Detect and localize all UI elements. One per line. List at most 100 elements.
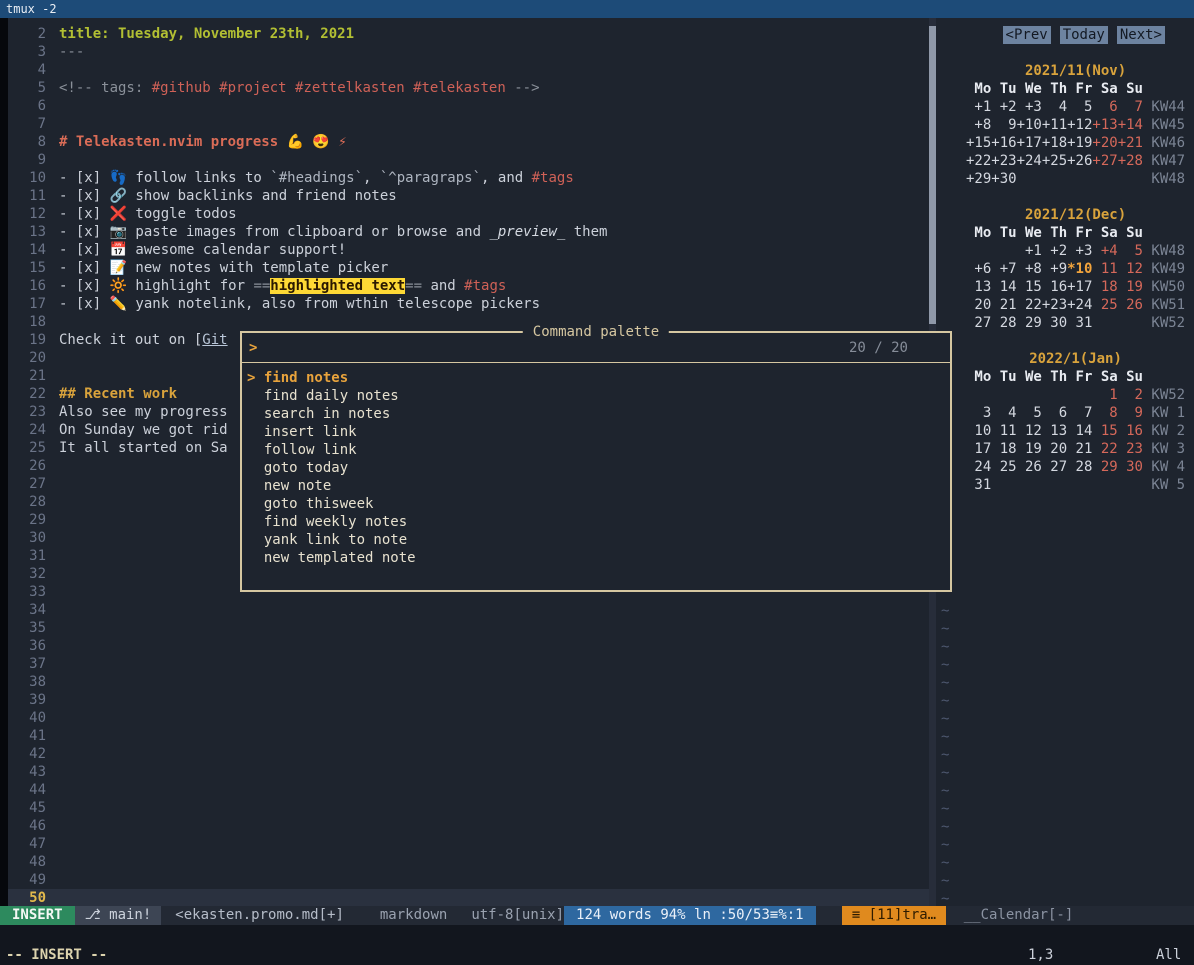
calendar-day[interactable]: +1 (966, 98, 991, 116)
calendar-day[interactable]: +15 (966, 134, 991, 152)
editor-line[interactable]: 11- [x] 🔗 show backlinks and friend note… (8, 187, 929, 205)
calendar-day[interactable]: 30 (1118, 458, 1143, 476)
calendar-day[interactable]: 11 (1092, 260, 1117, 278)
calendar-day[interactable]: 29 (1017, 314, 1042, 332)
palette-item[interactable]: new templated note (242, 549, 950, 567)
calendar-day[interactable]: 15 (1017, 278, 1042, 296)
calendar-day[interactable]: +17 (1067, 278, 1092, 296)
calendar-day[interactable]: 5 (1118, 242, 1143, 260)
calendar-day[interactable]: 4 (1042, 98, 1067, 116)
editor-line[interactable]: 49 (8, 871, 929, 889)
calendar-next-button[interactable]: Next> (1117, 26, 1165, 44)
calendar-day[interactable]: 30 (1042, 314, 1067, 332)
editor-line[interactable]: 18 (8, 313, 929, 331)
editor-line[interactable]: 7 (8, 115, 929, 133)
calendar-day[interactable]: 14 (991, 278, 1016, 296)
palette-item[interactable]: new note (242, 477, 950, 495)
calendar-day[interactable]: +8 (966, 116, 991, 134)
editor-line[interactable]: 35 (8, 619, 929, 637)
calendar-day[interactable]: 7 (1118, 98, 1143, 116)
calendar-day[interactable]: 20 (1042, 440, 1067, 458)
calendar-day[interactable]: 16 (1118, 422, 1143, 440)
calendar-day[interactable]: 12 (1118, 260, 1143, 278)
editor-line[interactable]: 17- [x] ✏️ yank notelink, also from wthi… (8, 295, 929, 313)
editor-line[interactable]: 45 (8, 799, 929, 817)
command-line[interactable]: :lua require('telekasten').panel() (0, 925, 1194, 945)
calendar-day[interactable]: +8 (1017, 260, 1042, 278)
calendar-day[interactable]: +29 (966, 170, 991, 188)
editor-line[interactable]: 47 (8, 835, 929, 853)
calendar-day[interactable]: 2 (1118, 386, 1143, 404)
palette-item[interactable]: > find notes (242, 369, 950, 387)
calendar-day[interactable]: 26 (1118, 296, 1143, 314)
editor-line[interactable]: 4 (8, 61, 929, 79)
calendar-day[interactable]: 3 (966, 404, 991, 422)
calendar-day[interactable]: 15 (1092, 422, 1117, 440)
calendar-day[interactable]: +2 (1042, 242, 1067, 260)
calendar-day[interactable]: 10 (966, 422, 991, 440)
calendar-day[interactable]: +27 (1092, 152, 1117, 170)
editor-line[interactable]: 13- [x] 📷 paste images from clipboard or… (8, 223, 929, 241)
calendar-day[interactable]: 11 (991, 422, 1016, 440)
editor-line[interactable]: 10- [x] 👣 follow links to `#headings`, `… (8, 169, 929, 187)
calendar-day[interactable]: +26 (1067, 152, 1092, 170)
calendar-day[interactable]: +9 (1042, 260, 1067, 278)
calendar-day[interactable]: 16 (1042, 278, 1067, 296)
calendar-day[interactable]: 25 (991, 458, 1016, 476)
calendar-day[interactable]: 14 (1067, 422, 1092, 440)
calendar-day[interactable]: +25 (1042, 152, 1067, 170)
palette-item[interactable]: follow link (242, 441, 950, 459)
calendar-day[interactable]: 9 (1118, 404, 1143, 422)
calendar-day[interactable]: +23 (1042, 296, 1067, 314)
calendar-day[interactable]: 27 (1042, 458, 1067, 476)
editor-line[interactable]: 37 (8, 655, 929, 673)
palette-item[interactable]: find weekly notes (242, 513, 950, 531)
calendar-day[interactable]: +4 (1092, 242, 1117, 260)
editor-line[interactable]: 36 (8, 637, 929, 655)
editor-line[interactable]: 41 (8, 727, 929, 745)
calendar-day[interactable]: 17 (966, 440, 991, 458)
editor-line[interactable]: 34 (8, 601, 929, 619)
calendar-day[interactable]: +1 (1017, 242, 1042, 260)
calendar-day[interactable]: +12 (1067, 116, 1092, 134)
editor-line[interactable]: 43 (8, 763, 929, 781)
palette-prompt-input[interactable]: > 20 / 20 (242, 333, 950, 363)
editor-line[interactable]: 39 (8, 691, 929, 709)
editor-line[interactable]: 40 (8, 709, 929, 727)
calendar-day[interactable]: 6 (1092, 98, 1117, 116)
calendar-day[interactable]: 31 (966, 476, 991, 494)
calendar-day[interactable]: 5 (1017, 404, 1042, 422)
calendar-day[interactable]: 18 (991, 440, 1016, 458)
editor-line[interactable]: 15- [x] 📝 new notes with template picker (8, 259, 929, 277)
calendar-day[interactable]: 7 (1067, 404, 1092, 422)
palette-item[interactable]: goto today (242, 459, 950, 477)
editor-line[interactable]: 6 (8, 97, 929, 115)
calendar-day[interactable]: *10 (1067, 260, 1092, 278)
calendar-day[interactable]: +22 (966, 152, 991, 170)
calendar-day[interactable]: +24 (1017, 152, 1042, 170)
calendar-day[interactable]: 27 (966, 314, 991, 332)
editor-line[interactable]: 14- [x] 📅 awesome calendar support! (8, 241, 929, 259)
calendar-day[interactable]: +21 (1118, 134, 1143, 152)
editor-line[interactable]: 12- [x] ❌ toggle todos (8, 205, 929, 223)
calendar-prev-button[interactable]: <Prev (1003, 26, 1051, 44)
calendar-day[interactable]: 31 (1067, 314, 1092, 332)
calendar-day[interactable]: 26 (1017, 458, 1042, 476)
calendar-day[interactable]: +6 (966, 260, 991, 278)
editor-line[interactable]: 2title: Tuesday, November 23th, 2021 (8, 25, 929, 43)
calendar-day[interactable]: 1 (1092, 386, 1117, 404)
calendar-day[interactable]: 20 (966, 296, 991, 314)
calendar-day[interactable]: +23 (991, 152, 1016, 170)
calendar-day[interactable]: +19 (1067, 134, 1092, 152)
calendar-day[interactable]: 5 (1067, 98, 1092, 116)
calendar-day[interactable]: 4 (991, 404, 1016, 422)
editor-line[interactable]: 9 (8, 151, 929, 169)
calendar-day[interactable]: 21 (991, 296, 1016, 314)
calendar-day[interactable]: 6 (1042, 404, 1067, 422)
editor-line[interactable]: 50 (8, 889, 929, 906)
calendar-today-button[interactable]: Today (1060, 26, 1108, 44)
calendar-day[interactable]: 29 (1092, 458, 1117, 476)
palette-item[interactable]: search in notes (242, 405, 950, 423)
calendar-day[interactable]: +28 (1118, 152, 1143, 170)
calendar-day[interactable]: 22 (1017, 296, 1042, 314)
